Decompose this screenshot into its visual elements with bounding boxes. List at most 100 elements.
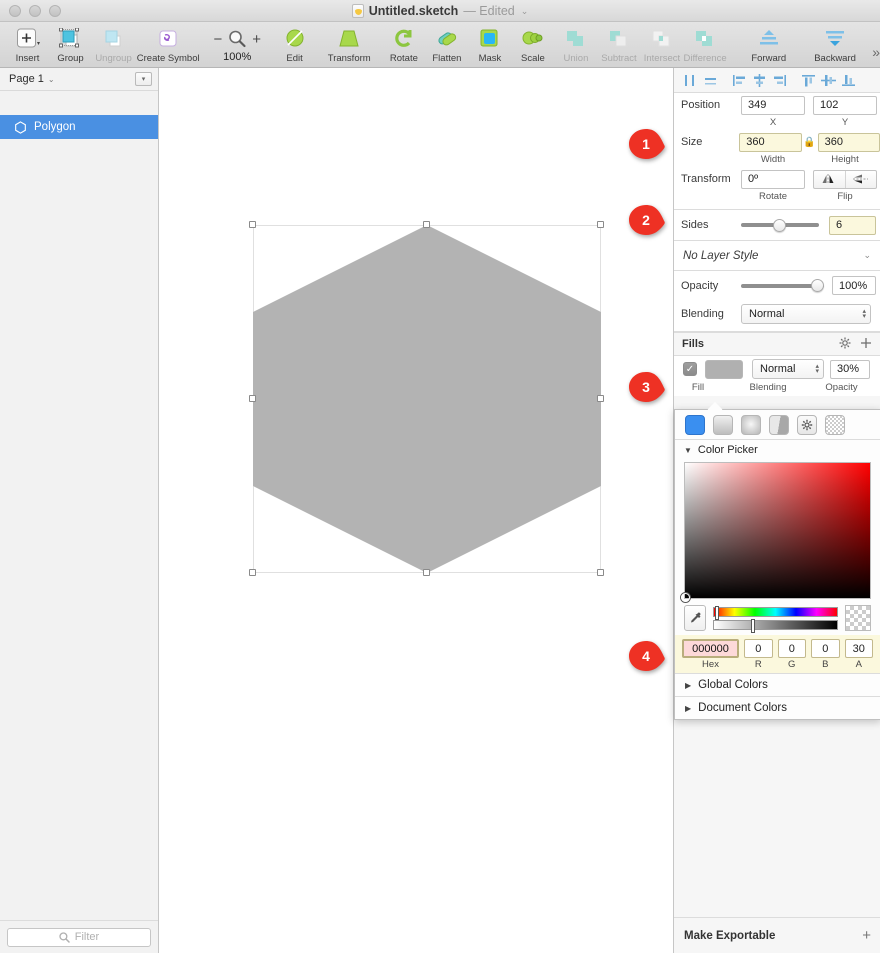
noise-fill-type-button[interactable] [825,415,845,435]
hex-field[interactable]: 000000 [682,639,739,658]
inspector-panel: Position 349 102 X Y Size 360 🔒 360 Widt… [673,68,880,953]
flip-horizontal-icon[interactable] [814,171,846,188]
distribute-left-icon[interactable] [730,71,749,89]
toolbar-item-backward[interactable]: Backward [802,24,868,68]
position-x-field[interactable]: 349 [741,96,805,115]
red-field[interactable]: 0 [744,639,773,658]
page-options-icon[interactable]: ▾ [135,72,152,86]
chevron-down-icon[interactable]: ⌄ [863,250,871,261]
stepper-icon[interactable]: ▴▾ [862,309,866,319]
toolbar-item-create-symbol[interactable]: Create Symbol [135,24,201,68]
disclosure-triangle-icon[interactable]: ▶ [685,681,691,690]
canvas-area[interactable] [159,68,673,953]
search-input[interactable]: Filter [7,928,151,947]
toolbar-overflow-button[interactable]: » [872,32,880,60]
resize-handle-top-right[interactable] [597,221,604,228]
global-colors-section[interactable]: ▶ Global Colors [675,673,880,696]
fill-blending-select[interactable]: Normal ▴▾ [752,359,824,379]
chevron-down-icon[interactable]: ⌄ [48,75,55,84]
toolbar-item-intersect[interactable]: Intersect [640,24,683,68]
align-left-icon[interactable] [681,71,700,89]
lock-icon[interactable]: 🔒 [806,137,814,148]
stepper-icon[interactable]: ▴▾ [815,364,819,374]
fill-color-swatch[interactable] [705,360,743,379]
sidebar-item-polygon[interactable]: Polygon [0,115,158,139]
resize-handle-bottom-left[interactable] [249,569,256,576]
sides-slider[interactable] [741,217,819,233]
zoom-in-button[interactable]: + [252,31,261,48]
size-height-field[interactable]: 360 [818,133,880,152]
color-picker-cursor[interactable] [681,593,690,602]
toolbar-item-difference[interactable]: Difference [683,24,726,68]
document-colors-section[interactable]: ▶ Document Colors [675,696,880,719]
toolbar-item-subtract[interactable]: Subtract [597,24,640,68]
toolbar-item-edit[interactable]: Edit [273,24,316,68]
position-y-field[interactable]: 102 [813,96,877,115]
toolbar-item-rotate[interactable]: Rotate [382,24,425,68]
toolbar-label: Union [564,53,589,64]
disclosure-triangle-icon[interactable]: ▶ [685,704,691,713]
rotate-field[interactable]: 0º [741,170,805,189]
toolbar-item-forward[interactable]: Forward [736,24,802,68]
brightness-slider[interactable] [713,620,838,630]
color-picker-title: Color Picker [698,444,758,456]
hue-slider[interactable] [713,607,838,617]
toolbar-zoom-group[interactable]: − + 100% [201,24,273,63]
toolbar-item-group[interactable]: Group [49,24,92,68]
document-edited-status: — Edited [463,4,514,18]
blue-field[interactable]: 0 [811,639,840,658]
opacity-value-field[interactable]: 100% [832,276,876,295]
title-chevron-down-icon[interactable]: ⌄ [521,6,529,17]
opacity-slider[interactable] [741,278,824,294]
toolbar-item-scale[interactable]: Scale [511,24,554,68]
resize-handle-top-center[interactable] [423,221,430,228]
pattern-fill-type-button[interactable] [797,415,817,435]
resize-handle-middle-left[interactable] [249,395,256,402]
red-label: R [744,659,773,670]
blending-select[interactable]: Normal ▴▾ [741,304,871,324]
toolbar-item-ungroup[interactable]: Ungroup [92,24,135,68]
size-width-field[interactable]: 360 [739,133,801,152]
toolbar-item-insert[interactable]: Insert [6,24,49,68]
flip-vertical-icon[interactable] [846,171,877,188]
color-gradient-area[interactable] [684,462,871,599]
callout-number: 4 [628,640,664,672]
search-zoom-icon [227,29,247,49]
sides-value-field[interactable]: 6 [829,216,876,235]
align-center-horizontal-icon[interactable] [701,71,720,89]
align-top-icon[interactable] [799,71,818,89]
resize-handle-middle-right[interactable] [597,395,604,402]
page-selector-row[interactable]: Page 1 ⌄ ▾ [0,68,158,91]
fill-enabled-checkbox[interactable]: ✓ [683,362,697,376]
resize-handle-top-left[interactable] [249,221,256,228]
angular-gradient-type-button[interactable] [769,415,789,435]
distribute-right-icon[interactable] [770,71,789,89]
opacity-row: Opacity 100% [674,271,880,300]
linear-gradient-type-button[interactable] [713,415,733,435]
align-bottom-icon[interactable] [839,71,858,89]
toolbar-item-union[interactable]: Union [554,24,597,68]
radial-gradient-type-button[interactable] [741,415,761,435]
green-label: G [778,659,807,670]
align-middle-icon[interactable] [819,71,838,89]
add-fill-icon[interactable] [860,337,872,352]
alpha-field[interactable]: 30 [845,639,874,658]
toolbar-item-mask[interactable]: Mask [468,24,511,68]
resize-handle-bottom-center[interactable] [423,569,430,576]
green-field[interactable]: 0 [778,639,807,658]
fill-opacity-field[interactable]: 30% [830,360,870,379]
solid-color-type-button[interactable] [685,415,705,435]
make-exportable-row[interactable]: Make Exportable + [674,917,880,953]
resize-handle-bottom-right[interactable] [597,569,604,576]
disclosure-triangle-icon[interactable]: ▼ [684,446,692,455]
add-export-icon[interactable]: + [862,927,871,944]
distribute-center-icon[interactable] [750,71,769,89]
zoom-out-button[interactable]: − [213,31,222,48]
toolbar-item-transform[interactable]: Transform [316,24,382,68]
toolbar-item-flatten[interactable]: Flatten [425,24,468,68]
eyedropper-icon[interactable] [684,605,706,631]
layer-style-row[interactable]: No Layer Style ⌄ [674,241,880,271]
hexagon-shape[interactable] [253,225,601,573]
gear-icon[interactable] [839,337,851,352]
color-picker-header[interactable]: ▼ Color Picker [675,440,880,460]
